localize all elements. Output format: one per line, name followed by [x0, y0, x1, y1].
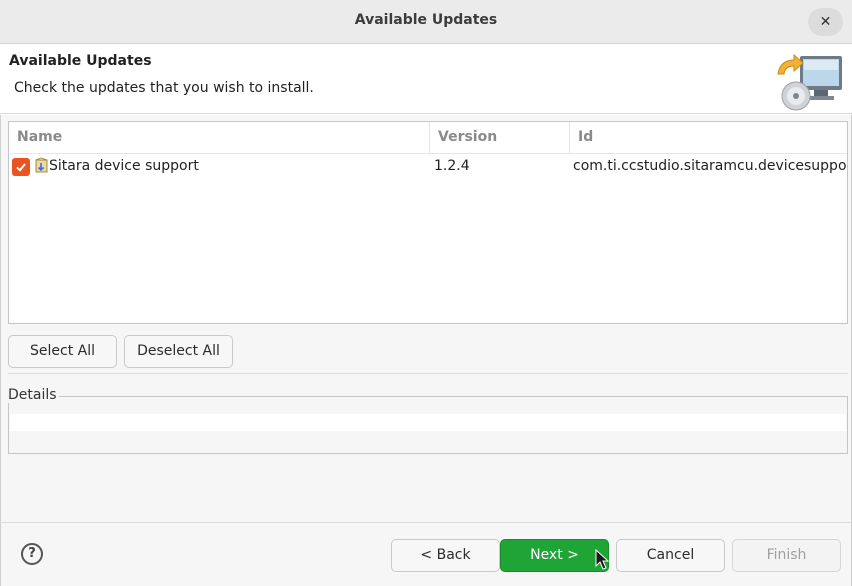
update-id: com.ti.ccstudio.sitaramcu.devicesupport [573, 158, 848, 174]
column-header-id[interactable]: Id [570, 122, 847, 154]
package-icon [35, 157, 48, 173]
updates-table: Name Version Id Sitara device support 1.… [8, 121, 848, 324]
title-bar: Available Updates ✕ [0, 0, 852, 44]
help-icon[interactable]: ? [21, 543, 43, 565]
window-title: Available Updates [354, 12, 498, 28]
close-button[interactable]: ✕ [808, 8, 843, 36]
update-name: Sitara device support [49, 158, 199, 174]
next-button[interactable]: Next > [500, 539, 609, 572]
update-version: 1.2.4 [434, 158, 470, 174]
deselect-all-button[interactable]: Deselect All [124, 335, 233, 368]
install-updates-icon [777, 53, 846, 111]
page-title: Available Updates [9, 53, 152, 69]
details-group [8, 396, 848, 454]
close-icon: ✕ [819, 14, 832, 30]
cancel-button[interactable]: Cancel [616, 539, 725, 572]
table-header: Name Version Id [9, 122, 847, 154]
page-description: Check the updates that you wish to insta… [14, 80, 314, 96]
separator [8, 373, 848, 374]
wizard-body: Name Version Id Sitara device support 1.… [0, 115, 852, 522]
details-text-area [10, 414, 846, 431]
column-header-version[interactable]: Version [430, 122, 570, 154]
update-checkbox[interactable] [12, 158, 30, 176]
details-label: Details [8, 387, 59, 403]
mouse-cursor-icon [595, 549, 609, 570]
checkmark-icon [16, 163, 26, 172]
table-row[interactable]: Sitara device support 1.2.4 com.ti.ccstu… [9, 155, 847, 179]
wizard-header: Available Updates Check the updates that… [0, 45, 852, 114]
select-all-button[interactable]: Select All [8, 335, 117, 368]
back-button[interactable]: < Back [391, 539, 500, 572]
column-header-name[interactable]: Name [9, 122, 430, 154]
wizard-footer: ? < Back Next > Cancel Finish [0, 522, 852, 586]
finish-button[interactable]: Finish [732, 539, 841, 572]
